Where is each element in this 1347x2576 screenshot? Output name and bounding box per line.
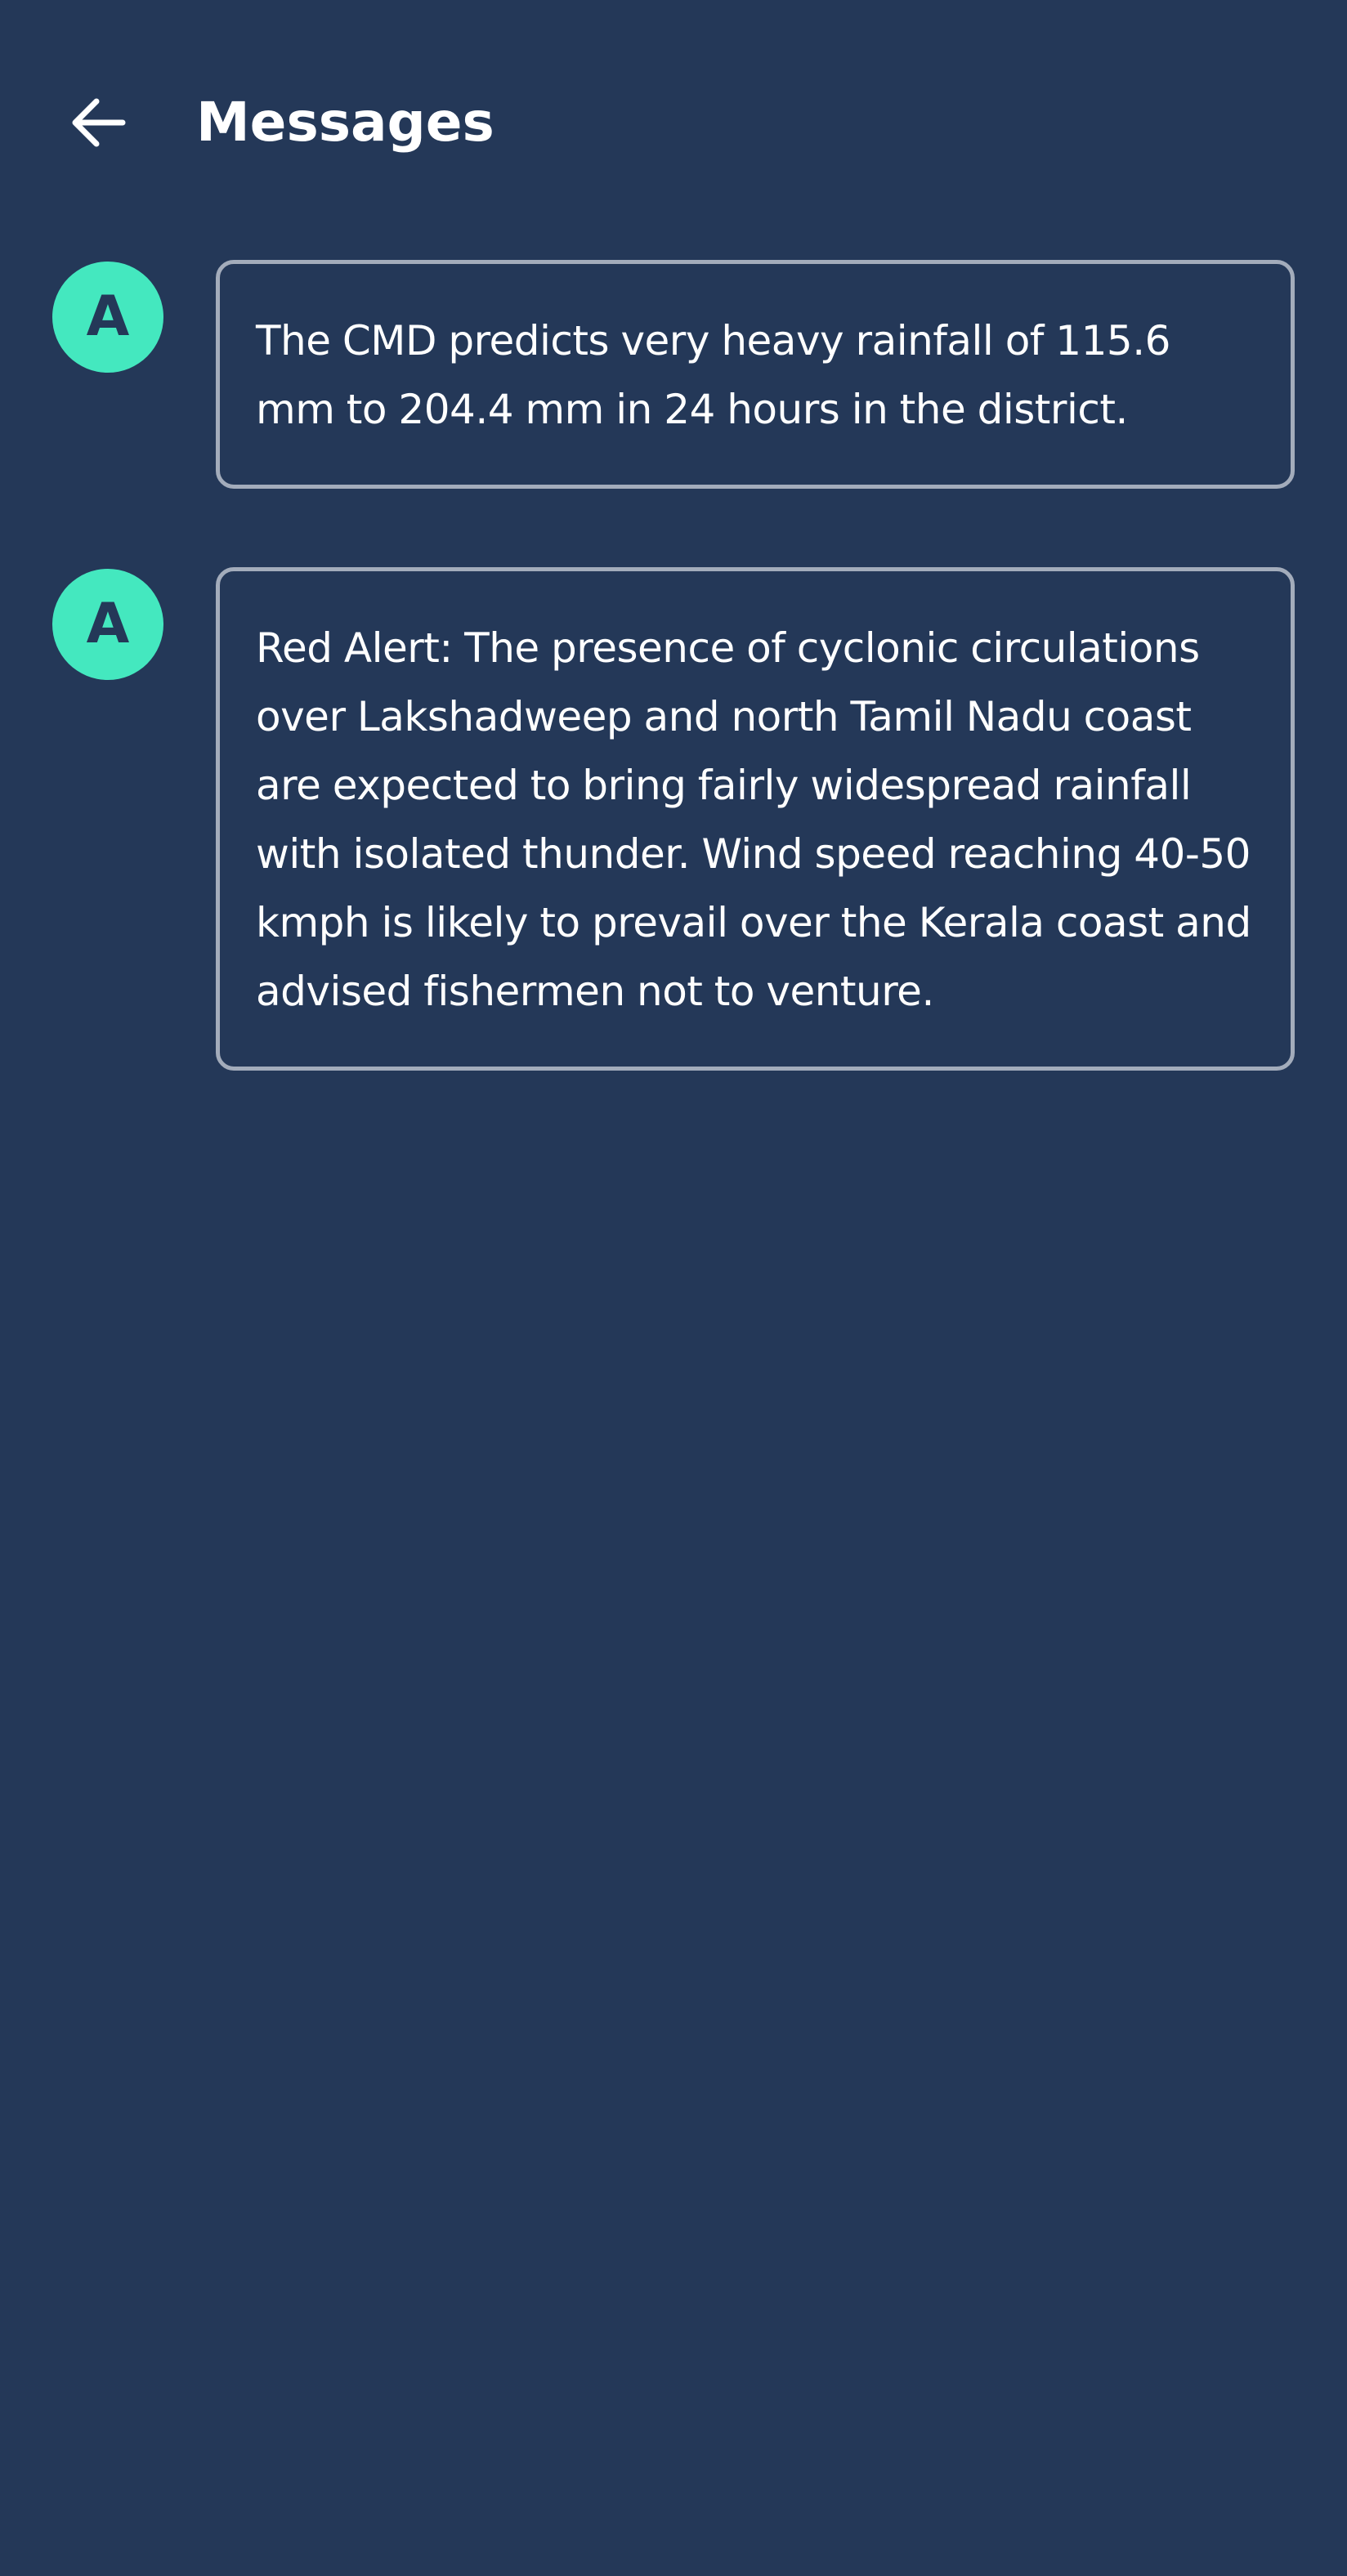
message-text: The CMD predicts very heavy rainfall of …	[256, 317, 1170, 433]
arrow-left-icon	[72, 98, 126, 147]
avatar-letter: A	[86, 284, 130, 349]
app-bar: Messages	[0, 0, 1347, 245]
message-bubble: Red Alert: The presence of cyclonic circ…	[216, 567, 1295, 1071]
back-button[interactable]	[49, 74, 147, 172]
message-text: Red Alert: The presence of cyclonic circ…	[256, 624, 1251, 1015]
message-item: A Red Alert: The presence of cyclonic ci…	[0, 567, 1347, 1071]
avatar: A	[52, 262, 163, 373]
page-title: Messages	[196, 91, 494, 154]
message-item: A The CMD predicts very heavy rainfall o…	[0, 260, 1347, 489]
message-list: A The CMD predicts very heavy rainfall o…	[0, 260, 1347, 1149]
message-bubble: The CMD predicts very heavy rainfall of …	[216, 260, 1295, 489]
avatar-letter: A	[86, 592, 130, 656]
avatar: A	[52, 569, 163, 680]
